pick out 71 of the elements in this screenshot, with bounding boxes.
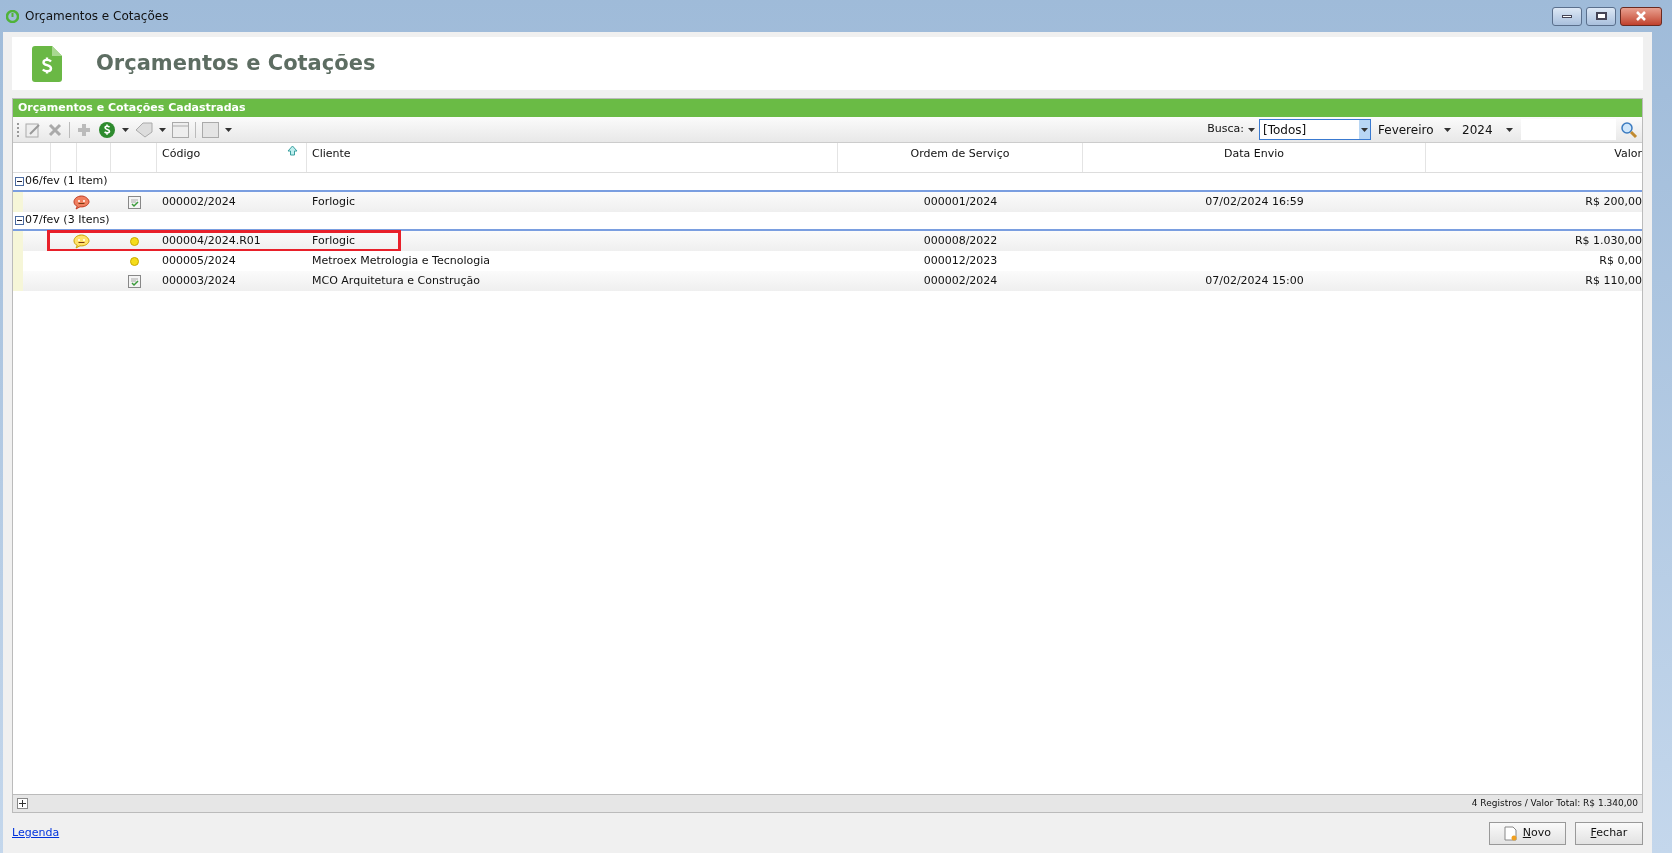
row-indicator [13, 271, 23, 291]
dropdown-arrow-icon [1444, 127, 1451, 132]
column-header[interactable]: Cliente [307, 143, 838, 172]
panel-title: Orçamentos e Cotações Cadastradas [18, 99, 246, 116]
table-cell-text: 000001/2024 [922, 193, 999, 210]
table-cell-text: R$ 0,00 [1598, 252, 1642, 269]
panel-icon[interactable] [202, 121, 219, 138]
document-check-icon [127, 195, 141, 209]
status-dot-icon [129, 256, 139, 266]
column-header[interactable]: Ordem de Serviço [838, 143, 1083, 172]
document-icon [1503, 825, 1517, 841]
column-header[interactable]: Valor [1426, 143, 1642, 172]
table-cell-text: 000008/2022 [922, 232, 999, 249]
table-cell-text: MCO Arquitetura e Construção [311, 272, 482, 289]
table-cell-text: R$ 1.030,00 [1573, 232, 1642, 249]
window-icon[interactable] [172, 121, 189, 138]
close-dialog-button[interactable]: Fechar [1575, 821, 1643, 845]
column-header[interactable]: Data Envio [1083, 143, 1426, 172]
summary-text: 4 Registros / Valor Total: R$ 1.340,00 [1471, 796, 1638, 810]
plus-icon [19, 800, 26, 807]
row-indicator [13, 192, 23, 212]
close-icon [1635, 11, 1647, 21]
table-cell-text: 000004/2024.R01 [161, 232, 262, 249]
dropdown-arrow-icon [122, 127, 129, 132]
document-check-icon [127, 274, 141, 288]
expand-button[interactable] [17, 798, 28, 809]
table-cell-text: 000002/2024 [922, 272, 999, 289]
table-cell-text: 000012/2023 [922, 252, 999, 269]
table-cell-text: 000005/2024 [161, 252, 237, 269]
month-dropdown[interactable]: Fevereiro [1375, 119, 1455, 140]
dropdown-arrow-icon [1361, 127, 1368, 132]
sort-arrow-icon [287, 145, 298, 156]
table-cell-text: 07/02/2024 15:00 [1204, 272, 1305, 289]
page-title: Orçamentos e Cotações [96, 49, 376, 77]
table-cell-text: Forlogic [311, 193, 357, 210]
row-indicator [13, 231, 23, 251]
dropdown-arrow-icon [1506, 127, 1513, 132]
group-label: 06/fev (1 Item) [25, 173, 108, 190]
dropdown-arrow-icon [159, 127, 166, 132]
speech-bubble-face-icon [72, 194, 90, 210]
legend-link[interactable]: Legenda [12, 824, 60, 842]
table-cell-text: 07/02/2024 16:59 [1204, 193, 1305, 210]
app-icon [6, 9, 19, 23]
new-button[interactable]: Novo [1488, 821, 1566, 845]
status-dot-icon [129, 236, 139, 246]
spreadsheet-dollar-icon [32, 45, 62, 82]
table-cell-text: R$ 200,00 [1584, 193, 1642, 210]
dropdown-arrow-icon [1248, 127, 1255, 132]
edit-icon[interactable] [25, 121, 41, 138]
window-title: Orçamentos e Cotações [25, 8, 169, 25]
column-header[interactable]: Código [157, 143, 307, 172]
table-cell-text: 000003/2024 [161, 272, 237, 289]
delete-icon[interactable] [47, 121, 63, 138]
dropdown-arrow-icon [225, 127, 232, 132]
tag-icon[interactable] [135, 121, 153, 138]
table-cell-text: 000002/2024 [161, 193, 237, 210]
dollar-circle-icon[interactable] [98, 120, 116, 139]
minimize-button[interactable] [1552, 6, 1582, 26]
collapse-toggle[interactable] [15, 177, 24, 186]
search-icon[interactable] [1620, 120, 1638, 139]
collapse-toggle[interactable] [15, 216, 24, 225]
year-dropdown[interactable]: 2024 [1459, 119, 1517, 140]
search-mode-dropdown[interactable]: Busca: [1207, 121, 1255, 138]
close-button[interactable] [1620, 6, 1662, 26]
group-label: 07/fev (3 Itens) [25, 212, 110, 229]
table-cell-text: R$ 110,00 [1584, 272, 1642, 289]
maximize-button[interactable] [1586, 6, 1616, 26]
table-cell-text: Forlogic [311, 232, 357, 249]
speech-bubble-face-icon [72, 233, 90, 249]
filter-combobox[interactable]: [Todos] [1259, 119, 1371, 140]
table-cell-text: Metroex Metrologia e Tecnologia [311, 252, 491, 269]
